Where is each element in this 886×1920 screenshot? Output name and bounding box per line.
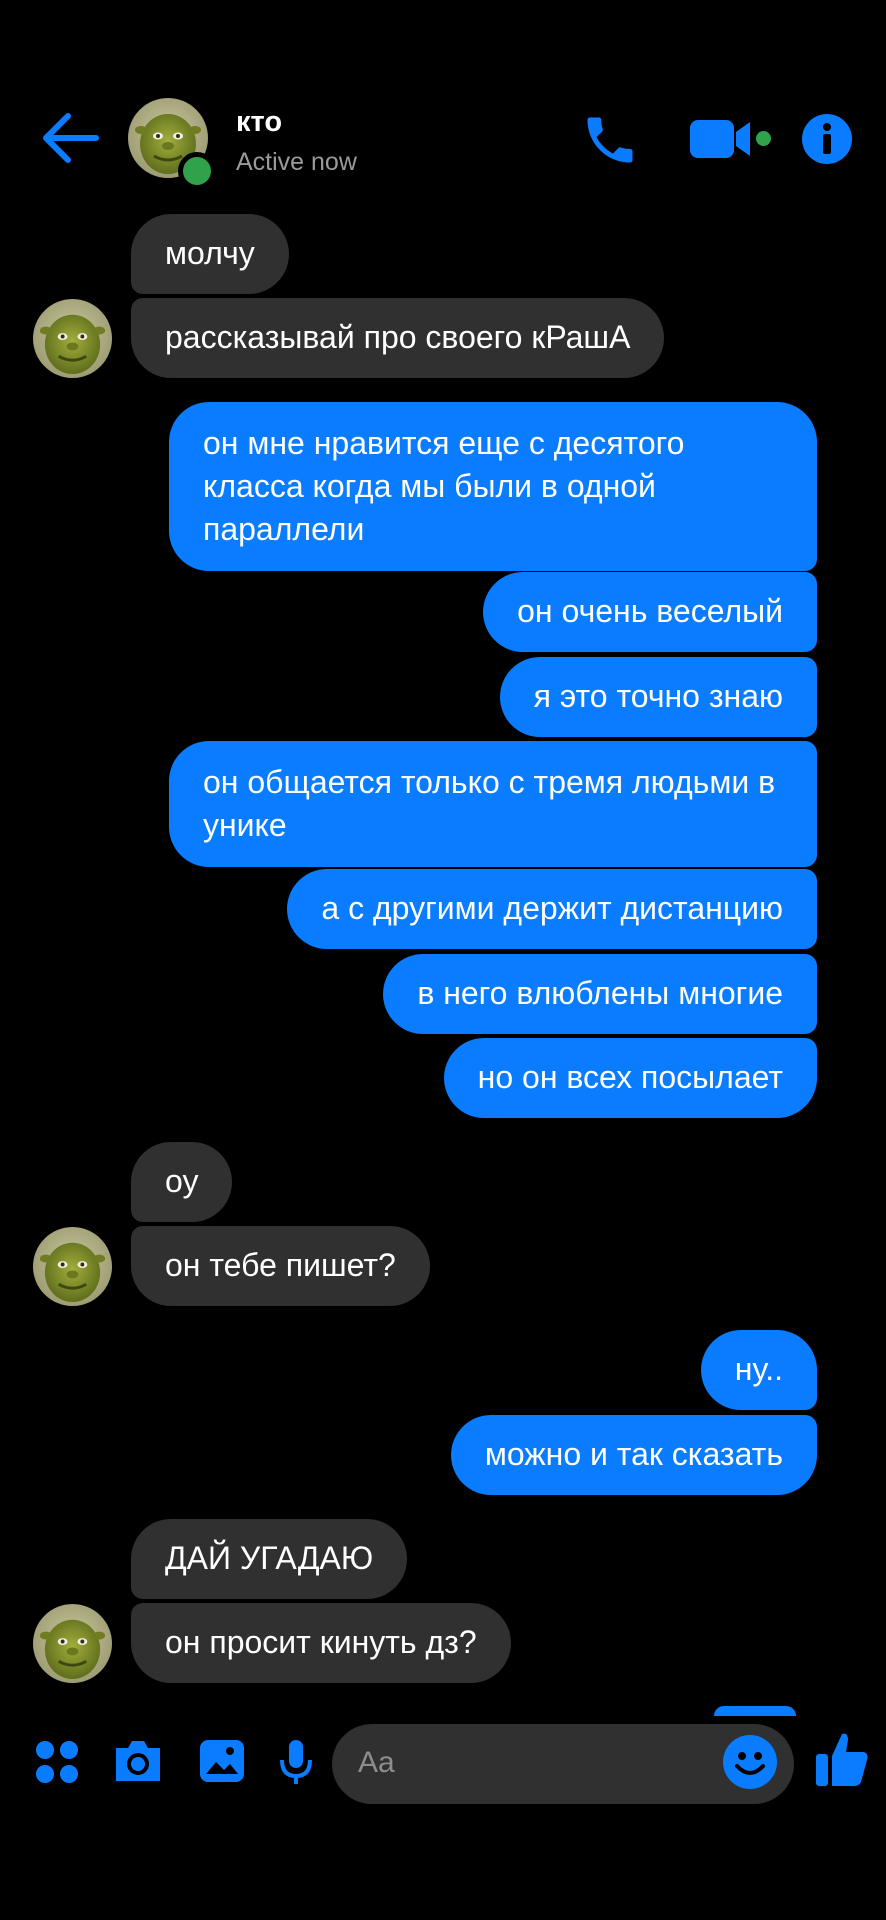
emoji-icon xyxy=(723,1735,777,1789)
microphone-icon xyxy=(280,1740,312,1784)
message-bubble-incoming[interactable]: оу xyxy=(131,1142,233,1222)
message-bubble-incoming[interactable]: рассказывай про своего кРашА xyxy=(131,298,665,378)
message-bubble-partial xyxy=(714,1706,796,1716)
voice-call-button[interactable] xyxy=(578,110,642,170)
video-active-dot xyxy=(756,131,771,146)
message-bubble-outgoing[interactable]: я это точно знаю xyxy=(499,657,817,737)
message-bubble-incoming[interactable]: он просит кинуть дз? xyxy=(131,1603,511,1683)
message-bubble-incoming[interactable]: он тебе пишет? xyxy=(131,1226,430,1306)
contact-avatar-small xyxy=(33,299,112,378)
message-bubble-outgoing[interactable]: ну.. xyxy=(700,1330,817,1410)
message-bubble-outgoing[interactable]: в него влюблены многие xyxy=(383,954,817,1034)
gallery-button[interactable] xyxy=(198,1738,246,1789)
message-bubble-outgoing[interactable]: но он всех посылает xyxy=(443,1038,817,1118)
contact-name[interactable]: кто xyxy=(236,106,282,139)
contact-avatar-small xyxy=(33,1604,112,1683)
phone-icon xyxy=(587,117,633,163)
message-bubble-outgoing[interactable]: он общается только с тремя людьми в уник… xyxy=(169,741,817,867)
online-indicator xyxy=(178,152,216,190)
message-bubble-incoming[interactable]: ДАЙ УГАДАЮ xyxy=(131,1519,408,1599)
camera-icon xyxy=(116,1741,160,1781)
contact-avatar-small xyxy=(33,1227,112,1306)
back-button[interactable] xyxy=(40,112,100,164)
video-camera-icon xyxy=(690,120,750,158)
message-bubble-outgoing[interactable]: а с другими держит дистанцию xyxy=(287,869,817,949)
voice-record-button[interactable] xyxy=(278,1738,314,1791)
emoji-button[interactable] xyxy=(722,1734,778,1790)
like-button[interactable] xyxy=(814,1730,870,1790)
apps-button[interactable] xyxy=(35,1740,79,1789)
message-bubble-outgoing[interactable]: он очень веселый xyxy=(483,572,817,652)
message-bubble-outgoing[interactable]: можно и так сказать xyxy=(450,1415,817,1495)
message-bubble-outgoing[interactable]: он мне нравится еще с десятого класса ко… xyxy=(169,402,817,571)
video-call-button[interactable] xyxy=(688,116,760,162)
message-bubble-incoming[interactable]: молчу xyxy=(131,214,289,294)
thumbs-up-icon xyxy=(816,1733,868,1786)
camera-button[interactable] xyxy=(112,1738,164,1789)
gallery-icon xyxy=(200,1740,244,1782)
apps-grid-icon xyxy=(36,1741,78,1783)
back-arrow-icon xyxy=(43,113,99,163)
info-button[interactable] xyxy=(800,112,854,166)
message-input-placeholder: Aa xyxy=(358,1746,395,1779)
contact-status: Active now xyxy=(236,148,357,176)
info-icon xyxy=(802,114,852,164)
